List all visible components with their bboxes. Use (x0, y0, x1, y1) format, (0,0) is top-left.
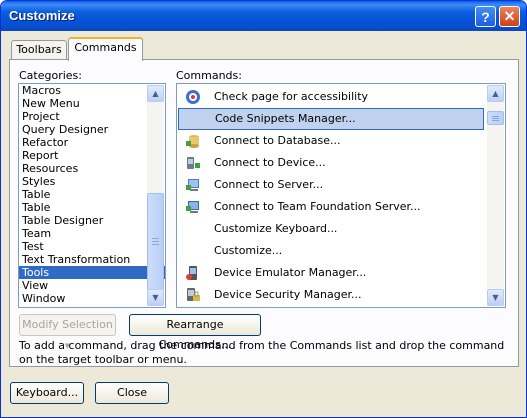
scroll-down-button[interactable]: ▼ (147, 289, 164, 306)
command-item[interactable]: Device Emulator Manager... (177, 262, 505, 284)
category-item[interactable]: Styles (19, 175, 165, 188)
tab-toolbars[interactable]: Toolbars (11, 40, 67, 60)
grip-line (492, 116, 499, 117)
command-label: Customize... (214, 244, 283, 257)
grip-line (152, 244, 159, 245)
category-item[interactable]: Project (19, 110, 165, 123)
category-item[interactable]: Tools (19, 266, 165, 279)
category-item[interactable]: New Menu (19, 97, 165, 110)
category-item[interactable]: Team (19, 227, 165, 240)
category-item[interactable]: Macros (19, 84, 165, 97)
title-bar[interactable]: Customize ? ✕ (1, 1, 526, 31)
customize-dialog: Customize ? ✕ Toolbars Commands Categori… (0, 0, 527, 418)
scroll-thumb[interactable] (147, 193, 164, 290)
categories-scrollbar[interactable]: ▲ ▼ (147, 85, 164, 306)
categories-list[interactable]: Macros New Menu Project Query Designer Refac… (18, 83, 166, 308)
command-item[interactable]: Device Security Manager... (177, 284, 505, 306)
grip-line (492, 118, 499, 119)
categories-label: Categories: (19, 69, 82, 82)
connect-server-icon (185, 177, 201, 193)
connect-tfs-icon (185, 199, 201, 215)
modify-selection-button[interactable]: Modify Selection ▼ (19, 314, 116, 350)
tab-label: Toolbars (16, 43, 62, 56)
command-label: Device Emulator Manager... (214, 266, 367, 279)
command-label: Connect to Server... (214, 178, 324, 191)
modify-selection-label: Modify Selection (22, 318, 113, 331)
command-item[interactable]: Code Snippets Manager... (178, 108, 484, 130)
scroll-thumb[interactable] (487, 111, 504, 125)
commands-items: Check page for accessibility Code Snippet… (177, 84, 505, 306)
command-label: Connect to Team Foundation Server... (214, 200, 421, 213)
command-item[interactable]: Customize Keyboard... (177, 218, 505, 240)
connect-device-icon (185, 155, 201, 171)
command-item[interactable]: Connect to Device... (177, 152, 505, 174)
command-label: Connect to Device... (214, 156, 326, 169)
category-item[interactable]: Table (19, 188, 165, 201)
scroll-up-button[interactable]: ▲ (147, 85, 164, 102)
category-item[interactable]: Test (19, 240, 165, 253)
category-item[interactable]: View (19, 279, 165, 292)
commands-scrollbar[interactable]: ▲ ▼ (487, 85, 504, 306)
category-item[interactable]: Resources (19, 162, 165, 175)
rearrange-commands-button[interactable]: Rearrange Commands... (129, 314, 261, 351)
command-label: Check page for accessibility (214, 90, 369, 103)
categories-items: Macros New Menu Project Query Designer Refac… (19, 84, 165, 305)
command-item[interactable]: Connect to Database... (177, 130, 505, 152)
grip-line (152, 241, 159, 242)
connect-database-icon (185, 133, 201, 149)
device-emulator-icon (185, 265, 201, 281)
grip-line (492, 120, 499, 121)
accessibility-check-icon (185, 89, 201, 105)
command-label: Connect to Database... (214, 134, 341, 147)
close-button[interactable]: Close (95, 382, 169, 404)
category-item[interactable]: Query Designer (19, 123, 165, 136)
scroll-up-button[interactable]: ▲ (487, 85, 504, 102)
command-item[interactable]: Customize... (177, 240, 505, 262)
tab-label: Commands (74, 41, 137, 54)
command-item[interactable]: Connect to Server... (177, 174, 505, 196)
category-item[interactable]: Text Transformation (19, 253, 165, 266)
category-item[interactable]: Table (19, 201, 165, 214)
tab-commands[interactable]: Commands (68, 37, 143, 61)
close-window-button[interactable]: ✕ (499, 6, 520, 27)
category-item[interactable]: Refactor (19, 136, 165, 149)
category-item[interactable]: Table Designer (19, 214, 165, 227)
category-item[interactable]: Window (19, 292, 165, 305)
grip-line (152, 238, 159, 239)
commands-list[interactable]: Check page for accessibility Code Snippet… (176, 83, 506, 308)
window-title: Customize (9, 8, 75, 23)
help-button[interactable]: ? (475, 6, 496, 27)
device-security-icon (185, 287, 201, 303)
instructions-text: To add a command, drag the command from … (19, 339, 505, 366)
command-item[interactable]: Check page for accessibility (177, 86, 505, 108)
category-item[interactable]: Report (19, 149, 165, 162)
keyboard-button[interactable]: Keyboard... (10, 382, 84, 404)
command-item[interactable]: Connect to Team Foundation Server... (177, 196, 505, 218)
commands-label: Commands: (176, 69, 242, 82)
scroll-down-button[interactable]: ▼ (487, 289, 504, 306)
command-label: Device Security Manager... (214, 288, 362, 301)
command-label: Customize Keyboard... (214, 222, 338, 235)
command-label: Code Snippets Manager... (215, 112, 356, 125)
